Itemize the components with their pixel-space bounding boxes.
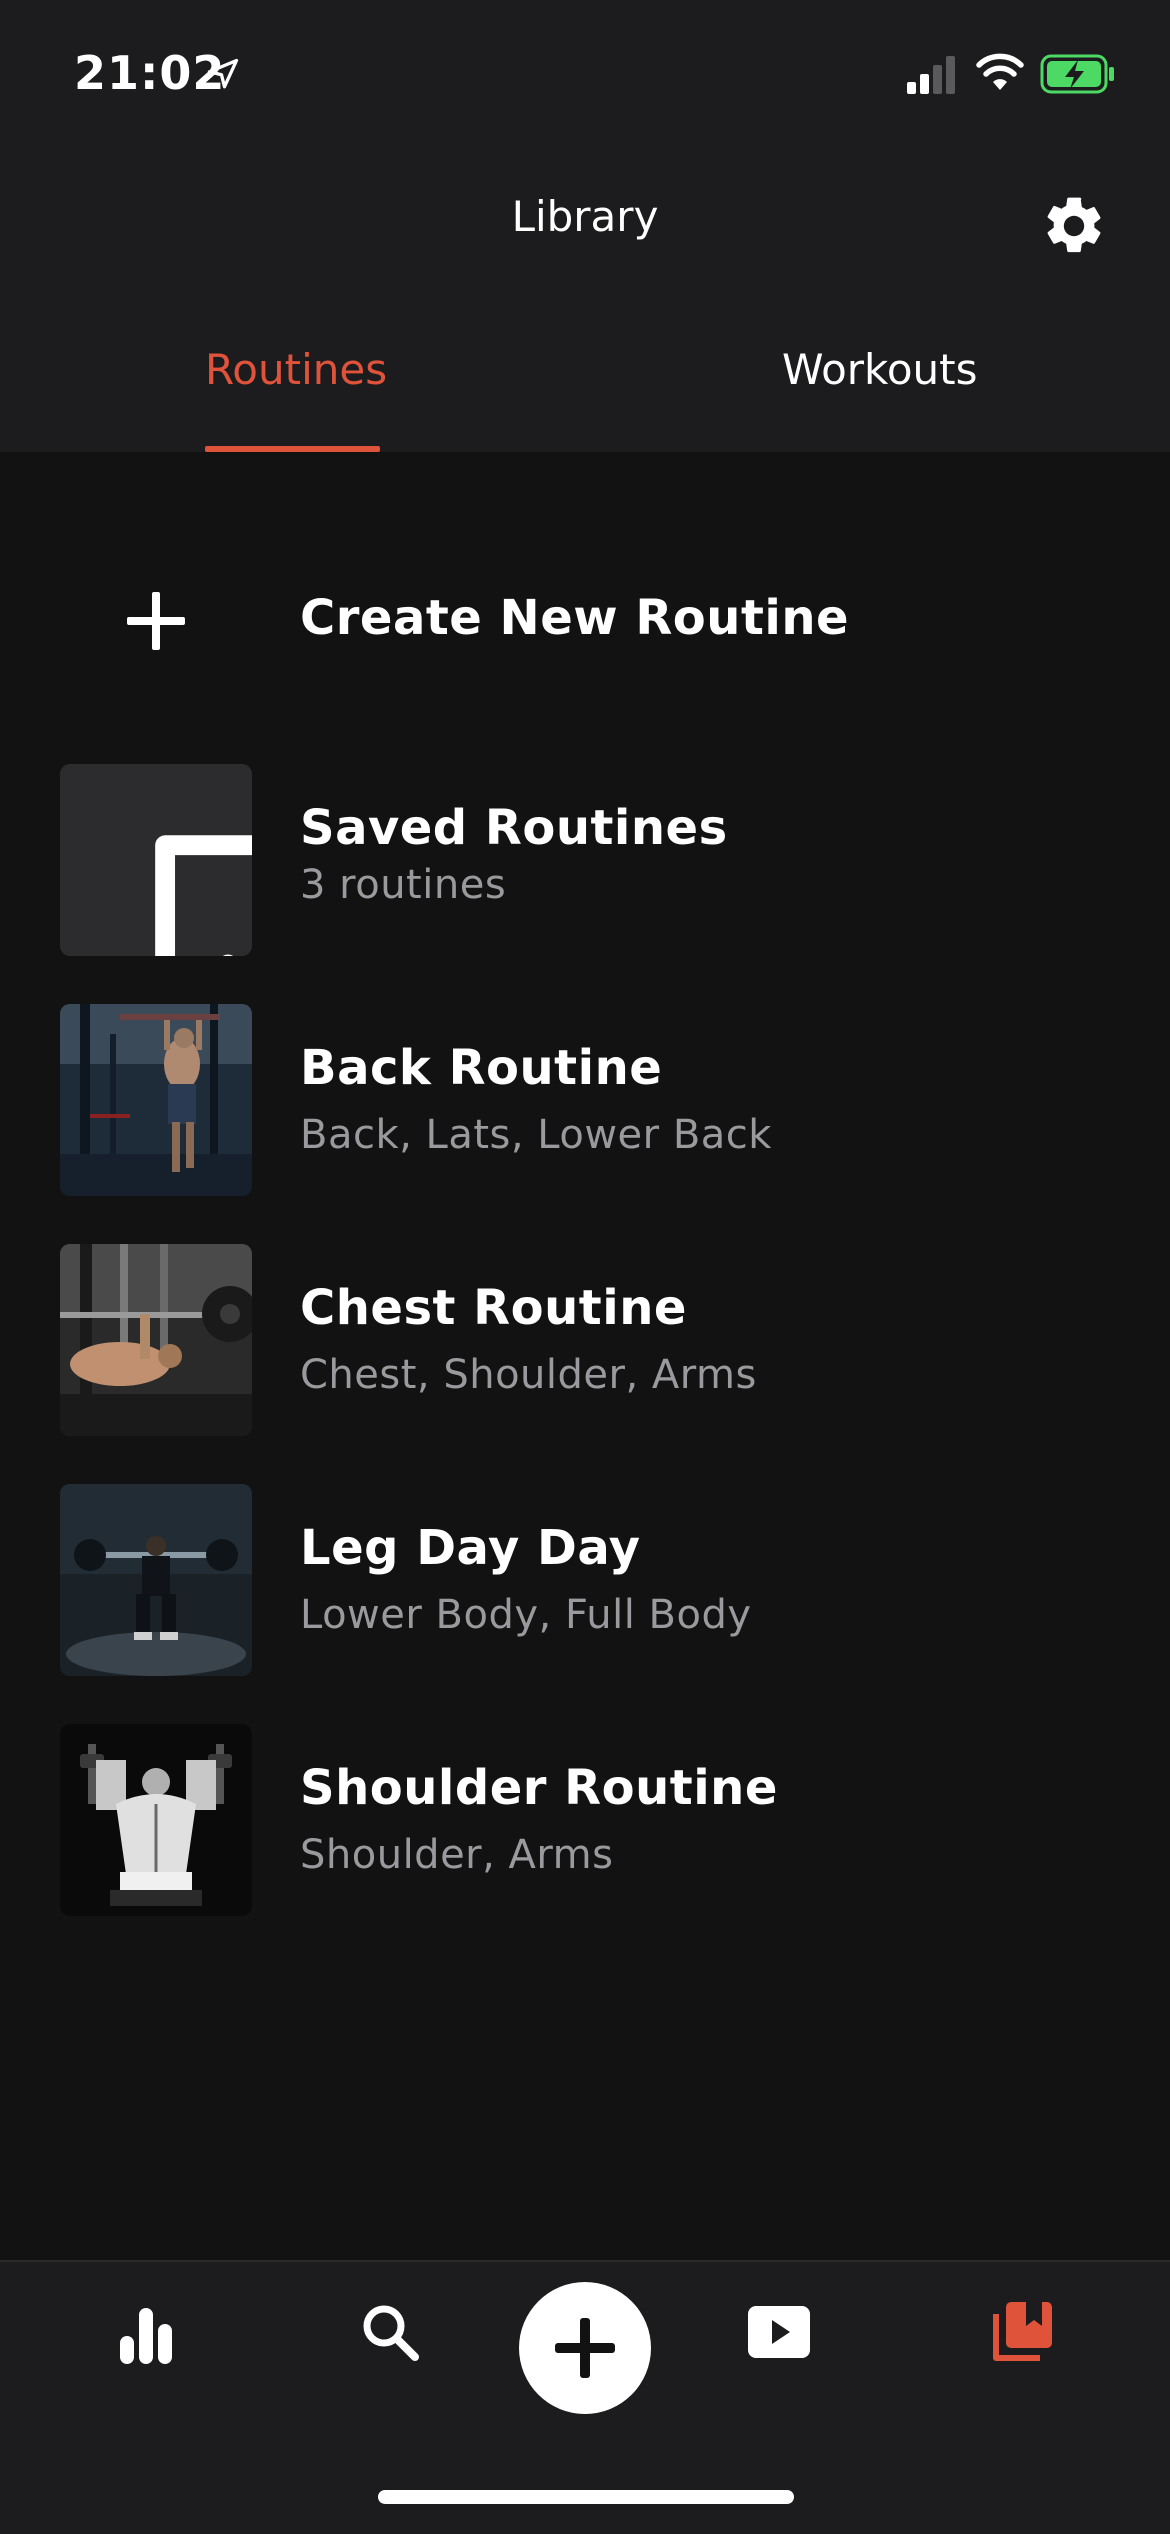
routine-muscles: Lower Body, Full Body xyxy=(300,1592,752,1638)
shoulder-routine-image xyxy=(60,1724,252,1916)
saved-routines-title: Saved Routines xyxy=(300,800,728,856)
plus-icon xyxy=(555,2318,615,2378)
routine-item-shoulder[interactable]: Shoulder Routine Shoulder, Arms xyxy=(0,1724,1170,1920)
routine-title: Chest Routine xyxy=(300,1280,687,1336)
chest-routine-thumbnail xyxy=(60,1244,252,1436)
battery-charging-icon xyxy=(1040,54,1114,94)
routine-item-chest[interactable]: Chest Routine Chest, Shoulder, Arms xyxy=(0,1244,1170,1440)
create-new-routine-button[interactable]: Create New Routine xyxy=(0,560,1170,680)
add-workout-button[interactable] xyxy=(519,2282,651,2414)
leg-day-image xyxy=(60,1484,252,1676)
routine-item-back[interactable]: Back Routine Back, Lats, Lower Back xyxy=(0,1004,1170,1200)
active-tab-indicator xyxy=(205,446,380,452)
shoulder-routine-thumbnail xyxy=(60,1724,252,1916)
home-indicator xyxy=(378,2490,794,2504)
settings-gear-icon[interactable] xyxy=(1040,192,1108,260)
bookmark-icon xyxy=(155,835,252,956)
chest-routine-image xyxy=(60,1244,252,1436)
routine-muscles: Shoulder, Arms xyxy=(300,1832,614,1878)
video-play-icon[interactable] xyxy=(746,2304,812,2360)
saved-routines-count: 3 routines xyxy=(300,862,507,908)
plus-icon xyxy=(127,592,185,650)
tab-workouts[interactable]: Workouts xyxy=(782,345,978,394)
location-arrow-icon xyxy=(207,58,239,89)
routine-title: Back Routine xyxy=(300,1040,663,1096)
saved-routines-item[interactable]: Saved Routines 3 routines xyxy=(0,764,1170,960)
leg-day-thumbnail xyxy=(60,1484,252,1676)
create-new-routine-label: Create New Routine xyxy=(300,590,850,646)
routine-title: Leg Day Day xyxy=(300,1520,641,1576)
status-time: 21:02 xyxy=(74,46,226,100)
routine-item-leg-day[interactable]: Leg Day Day Lower Body, Full Body xyxy=(0,1484,1170,1680)
back-routine-image xyxy=(60,1004,252,1196)
routine-muscles: Chest, Shoulder, Arms xyxy=(300,1352,757,1398)
cellular-signal-icon xyxy=(907,56,955,94)
stats-icon[interactable] xyxy=(118,2306,174,2366)
library-icon[interactable] xyxy=(990,2298,1056,2364)
page-title: Library xyxy=(511,192,659,241)
tab-routines[interactable]: Routines xyxy=(205,345,387,394)
search-icon[interactable] xyxy=(360,2302,420,2362)
header: 21:02 Library Routines Workouts xyxy=(0,0,1170,452)
back-routine-thumbnail xyxy=(60,1004,252,1196)
wifi-icon xyxy=(976,53,1024,90)
status-bar: 21:02 xyxy=(0,0,1170,140)
routine-muscles: Back, Lats, Lower Back xyxy=(300,1112,772,1158)
saved-routines-thumbnail xyxy=(60,764,252,956)
routine-title: Shoulder Routine xyxy=(300,1760,778,1816)
